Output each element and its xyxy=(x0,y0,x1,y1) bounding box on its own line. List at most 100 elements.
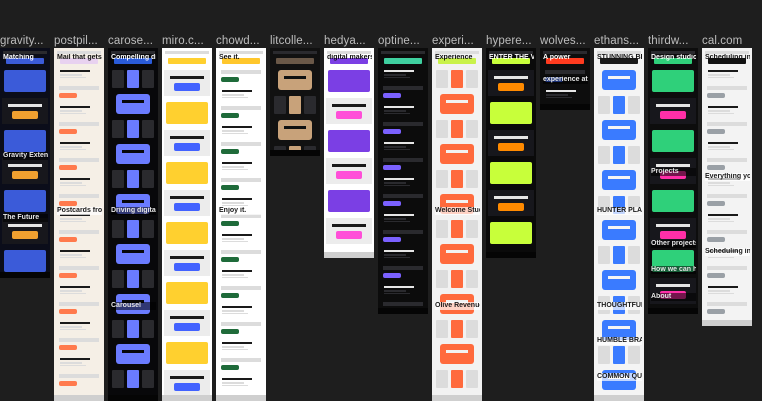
image-panel xyxy=(12,231,38,239)
card xyxy=(112,270,124,288)
website-frame[interactable]: See it. Enjoy it. xyxy=(216,48,266,401)
footer xyxy=(594,395,644,401)
text-line xyxy=(494,196,528,199)
text-line xyxy=(656,284,690,287)
frame-label[interactable]: optine... xyxy=(378,33,430,49)
frame-label[interactable]: thirdw... xyxy=(648,33,700,49)
website-frame[interactable] xyxy=(162,48,212,401)
frame-label[interactable]: litcolle... xyxy=(270,33,322,49)
text-line xyxy=(708,77,734,78)
section-heading: HUMBLE BRAND xyxy=(597,337,642,345)
text-line xyxy=(222,306,252,308)
button xyxy=(221,149,239,154)
card xyxy=(451,270,463,288)
text-line xyxy=(222,346,244,348)
card xyxy=(451,370,463,388)
text-line xyxy=(59,230,99,234)
website-frame[interactable]: Experience Welcome Studio Olive Revenue xyxy=(432,48,482,401)
text-line xyxy=(383,194,423,198)
card xyxy=(466,320,478,338)
footer xyxy=(108,395,158,401)
website-frame[interactable]: Matching Gravity Extended The Future xyxy=(0,48,50,278)
card xyxy=(112,370,124,388)
footer xyxy=(432,395,482,401)
website-frame[interactable]: ENTER THE VERSE xyxy=(486,48,536,258)
text-line xyxy=(60,149,86,150)
text-line xyxy=(284,76,306,79)
text-line xyxy=(383,158,423,162)
text-line xyxy=(222,133,248,134)
image-panel xyxy=(490,222,532,244)
text-line xyxy=(222,198,252,200)
frame-label[interactable]: gravity... xyxy=(0,33,52,49)
frame-label[interactable]: experi... xyxy=(432,33,484,49)
frame-label[interactable]: postpil... xyxy=(54,33,106,49)
website-frame[interactable]: Compelling digital studio for innovative… xyxy=(108,48,158,401)
card xyxy=(466,120,478,138)
card xyxy=(466,170,478,188)
card xyxy=(598,146,610,164)
website-frame[interactable] xyxy=(270,48,320,156)
card xyxy=(628,246,640,264)
text-line xyxy=(446,150,468,153)
text-line xyxy=(222,94,244,96)
text-line xyxy=(59,86,99,90)
section-heading: Driving digital strategy xyxy=(111,207,156,215)
frame-label[interactable]: ethans... xyxy=(594,33,646,49)
section-heading: How we can help you xyxy=(651,266,696,274)
section-heading: Carousel xyxy=(111,302,156,310)
text-line xyxy=(221,70,261,74)
frame-label[interactable]: cal.com xyxy=(702,33,762,49)
text-line xyxy=(384,185,410,186)
frame-label[interactable]: chowd... xyxy=(216,33,268,49)
frame-label[interactable]: wolves... xyxy=(540,33,592,49)
text-line xyxy=(608,326,630,329)
button xyxy=(383,165,401,170)
frame-label[interactable]: miro.c... xyxy=(162,33,214,49)
frame-label[interactable]: hedya... xyxy=(324,33,376,49)
card xyxy=(451,220,463,238)
card xyxy=(628,346,640,364)
image-panel xyxy=(602,270,636,290)
section-heading: Enjoy it. xyxy=(219,207,264,215)
website-frame[interactable]: Mail that gets noticed Postcards from you… xyxy=(54,48,104,401)
image-panel xyxy=(174,143,200,151)
button xyxy=(221,257,239,262)
text-line xyxy=(222,162,252,164)
card xyxy=(436,370,448,388)
text-line xyxy=(608,276,630,279)
text-line xyxy=(707,302,747,306)
text-line xyxy=(708,113,734,114)
section-heading: A power xyxy=(543,54,571,61)
text-line xyxy=(221,178,261,182)
frame-label[interactable]: hypere... xyxy=(486,33,538,49)
website-frame[interactable]: STUNNING BRANDS & DIGITAL EXPERIENCES HUN… xyxy=(594,48,644,401)
button xyxy=(59,201,77,206)
website-frame[interactable]: Scheduling infrastructure for everyone Ev… xyxy=(702,48,752,326)
hero-block xyxy=(384,58,422,64)
text-line xyxy=(222,241,248,242)
card xyxy=(466,370,478,388)
website-frame[interactable]: digital makers xyxy=(324,48,374,258)
card xyxy=(436,220,448,238)
card xyxy=(142,70,154,88)
section-heading: STUNNING BRANDS & DIGITAL EXPERIENCES xyxy=(597,54,642,61)
website-frame[interactable]: Design studio for the web3 world Projects… xyxy=(648,48,698,314)
text-line xyxy=(60,254,82,256)
image-panel xyxy=(498,203,524,211)
image-panel xyxy=(498,143,524,151)
card xyxy=(598,96,610,114)
text-line xyxy=(59,374,99,378)
card xyxy=(613,346,625,364)
hero-block xyxy=(168,58,206,64)
footer xyxy=(162,395,212,401)
text-line xyxy=(384,178,414,180)
website-frame[interactable]: A power experience at your project xyxy=(540,48,590,110)
section-heading: experience at your project xyxy=(543,76,588,84)
text-line xyxy=(332,224,366,227)
text-line xyxy=(60,250,90,252)
website-frame[interactable] xyxy=(378,48,428,314)
button xyxy=(59,129,77,134)
frame-label[interactable]: carose... xyxy=(108,33,160,49)
card xyxy=(466,220,478,238)
